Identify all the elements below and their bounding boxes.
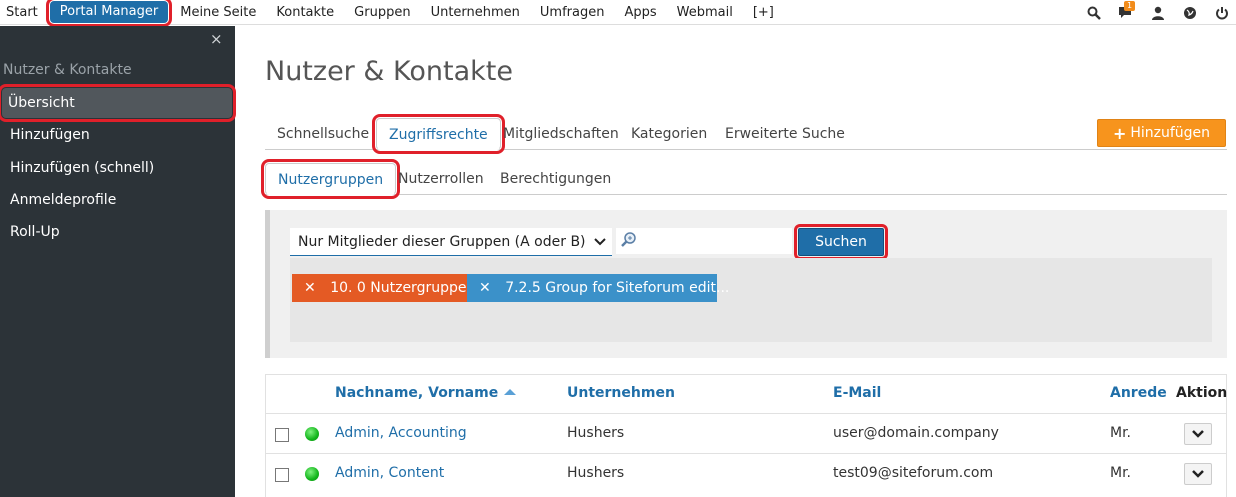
remove-tag-icon[interactable]: ✕ <box>304 280 316 296</box>
selected-groups: ✕ 10. 0 Nutzergruppe ✕ 7.2.5 Group for S… <box>290 258 1212 342</box>
status-online-icon <box>305 467 319 481</box>
plus-icon: + <box>1112 123 1127 143</box>
top-navigation: Start Portal Manager Meine Seite Kontakt… <box>0 0 1236 27</box>
sidebar-item-hinzufuegen[interactable]: Hinzufügen <box>0 120 235 150</box>
row-action-button[interactable] <box>1184 423 1212 445</box>
row-checkbox[interactable] <box>275 468 289 482</box>
chevron-down-icon <box>1192 426 1204 442</box>
row-checkbox[interactable] <box>275 428 289 442</box>
contact-name-link[interactable]: Admin, Accounting <box>335 425 467 441</box>
tab-mitgliedschaften[interactable]: Mitgliedschaften <box>491 118 631 150</box>
tab-berechtigungen[interactable]: Berechtigungen <box>488 163 623 195</box>
add-button-label: Hinzufügen <box>1130 125 1211 141</box>
contact-company: Hushers <box>567 425 625 441</box>
contact-name-link[interactable]: Admin, Content <box>335 465 444 481</box>
sort-asc-icon <box>503 385 517 401</box>
chat-icon[interactable]: 1 <box>1116 0 1136 23</box>
sidebar-item-uebersicht[interactable]: Übersicht <box>0 84 236 122</box>
nav-gruppen[interactable]: Gruppen <box>344 0 420 25</box>
group-tag: ✕ 7.2.5 Group for Siteforum edit... <box>467 274 729 302</box>
tab-nutzerrollen[interactable]: Nutzerrollen <box>386 163 496 195</box>
column-header-salutation[interactable]: Anrede <box>1110 385 1167 401</box>
group-filter-value: Nur Mitglieder dieser Gruppen (A oder B) <box>298 234 586 250</box>
add-button[interactable]: + Hinzufügen <box>1097 119 1226 147</box>
nav-webmail[interactable]: Webmail <box>667 0 743 25</box>
search-button[interactable]: Suchen <box>794 224 888 260</box>
group-tag-label: 10. 0 Nutzergruppe <box>330 280 467 296</box>
column-header-email[interactable]: E-Mail <box>833 385 881 401</box>
tab-kategorien[interactable]: Kategorien <box>619 118 719 150</box>
sidebar: × Nutzer & Kontakte Übersicht Hinzufügen… <box>0 26 236 497</box>
contact-email: test09@siteforum.com <box>833 465 994 481</box>
sidebar-item-hinzufuegen-schnell[interactable]: Hinzufügen (schnell) <box>0 153 235 183</box>
sidebar-item-roll-up[interactable]: Roll-Up <box>0 217 235 247</box>
remove-tag-icon[interactable]: ✕ <box>479 280 491 296</box>
group-search-input[interactable] <box>616 228 792 254</box>
magnifier-icon <box>620 231 638 253</box>
column-header-action: Aktion <box>1176 385 1228 401</box>
column-header-company[interactable]: Unternehmen <box>567 385 675 401</box>
top-icon-bar: 1 <box>1084 0 1232 25</box>
main-tabs: Schnellsuche Zugriffsrechte Mitgliedscha… <box>265 114 1227 154</box>
contact-salutation: Mr. <box>1110 425 1131 441</box>
group-tag-label: 7.2.5 Group for Siteforum edit... <box>505 280 730 296</box>
contact-email: user@domain.company <box>833 425 999 441</box>
nav-umfragen[interactable]: Umfragen <box>530 0 615 25</box>
tab-zugriffsrechte[interactable]: Zugriffsrechte <box>372 114 505 154</box>
status-online-icon <box>305 427 319 441</box>
column-header-name-label: Nachname, Vorname <box>335 385 499 401</box>
tab-schnellsuche[interactable]: Schnellsuche <box>265 118 381 150</box>
group-tag: ✕ 10. 0 Nutzergruppe <box>292 274 479 302</box>
page-title: Nutzer & Kontakte <box>265 56 513 87</box>
user-icon[interactable] <box>1148 3 1168 23</box>
notification-badge: 1 <box>1124 0 1136 11</box>
nav-apps[interactable]: Apps <box>614 0 666 25</box>
group-filter-select[interactable]: Nur Mitglieder dieser Gruppen (A oder B) <box>290 228 612 256</box>
nav-portal-manager[interactable]: Portal Manager <box>45 0 173 27</box>
filter-panel: Nur Mitglieder dieser Gruppen (A oder B)… <box>265 210 1227 358</box>
column-header-name[interactable]: Nachname, Vorname <box>335 385 517 401</box>
contact-company: Hushers <box>567 465 625 481</box>
nav-kontakte[interactable]: Kontakte <box>266 0 344 25</box>
nav-unternehmen[interactable]: Unternehmen <box>421 0 530 25</box>
search-icon[interactable] <box>1084 3 1104 23</box>
power-icon[interactable] <box>1212 3 1232 23</box>
nav-start[interactable]: Start <box>0 0 48 25</box>
sidebar-section-title: Nutzer & Kontakte <box>3 62 132 78</box>
contacts-table: Nachname, Vorname Unternehmen E-Mail Anr… <box>265 374 1227 497</box>
tab-nutzergruppen[interactable]: Nutzergruppen <box>260 159 401 199</box>
nav-more[interactable]: [+] <box>743 0 784 25</box>
sub-tabs: Nutzergruppen Nutzerrollen Berechtigunge… <box>260 159 1227 199</box>
globe-icon[interactable] <box>1180 3 1200 23</box>
close-icon[interactable]: × <box>210 30 223 48</box>
nav-meine-seite[interactable]: Meine Seite <box>170 0 266 25</box>
table-row: Admin, Content Hushers test09@siteforum.… <box>266 453 1226 493</box>
row-action-button[interactable] <box>1184 463 1212 485</box>
tab-erweiterte-suche[interactable]: Erweiterte Suche <box>713 118 857 150</box>
sidebar-item-anmeldeprofile[interactable]: Anmeldeprofile <box>0 185 235 215</box>
chevron-down-icon <box>1192 466 1204 482</box>
contact-salutation: Mr. <box>1110 465 1131 481</box>
table-row: Admin, Accounting Hushers user@domain.co… <box>266 413 1226 453</box>
